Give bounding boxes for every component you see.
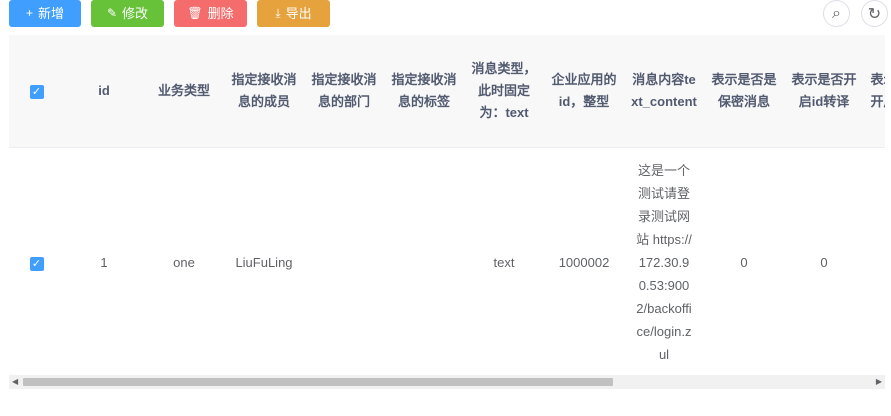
scroll-thumb[interactable] (23, 378, 613, 386)
data-table: ✓ id 业务类型 指定接收消息的成员 指定接收消息的部门 指定接收消息的标签 … (9, 35, 885, 392)
export-button-label: 导出 (285, 6, 312, 21)
cell-content: 这是一个测试请登录测试网站 https://172.30.90.53:9002/… (624, 147, 704, 377)
column-more[interactable]: 表示是否开启消息 (864, 35, 885, 148)
column-msg-type[interactable]: 消息类型，此时固定为：text (464, 35, 544, 148)
add-button-label: 新增 (38, 6, 65, 21)
column-member[interactable]: 指定接收消息的成员 (224, 35, 304, 148)
scroll-right-icon[interactable]: ▶ (876, 377, 882, 386)
refresh-button[interactable]: ↻ (861, 0, 888, 27)
table-header-row: ✓ id 业务类型 指定接收消息的成员 指定接收消息的部门 指定接收消息的标签 … (9, 35, 885, 148)
search-toggle-button[interactable]: ⌕ (823, 0, 850, 27)
column-biz-type[interactable]: 业务类型 (144, 35, 224, 148)
scroll-left-icon[interactable]: ◀ (12, 377, 18, 386)
trash-icon: 🗑 (187, 6, 203, 20)
column-id-trans[interactable]: 表示是否开启id转译 (784, 35, 864, 148)
horizontal-scrollbar[interactable]: ◀ ▶ (9, 375, 885, 389)
cell-id: 1 (64, 147, 144, 377)
plus-icon: + (25, 6, 33, 20)
column-content[interactable]: 消息内容text_content (624, 35, 704, 148)
cell-agent-id: 1000002 (544, 147, 624, 377)
delete-button-label: 删除 (207, 6, 234, 21)
column-agent-id[interactable]: 企业应用的id，整型 (544, 35, 624, 148)
cell-dept (304, 147, 384, 377)
edit-button-label: 修改 (122, 6, 149, 21)
cell-msg-type: text (464, 147, 544, 377)
column-id[interactable]: id (64, 35, 144, 148)
cell-member: LiuFuLing (224, 147, 304, 377)
delete-button[interactable]: 🗑 删除 (174, 0, 247, 27)
download-icon: ⤓ (275, 6, 281, 20)
add-button[interactable]: + 新增 (9, 0, 81, 27)
column-dept[interactable]: 指定接收消息的部门 (304, 35, 384, 148)
table-row[interactable]: ✓ 1 one LiuFuLing text 1000002 这是一个测试请登录… (9, 147, 885, 377)
cell-tag (384, 147, 464, 377)
edit-icon: ✎ (106, 6, 118, 20)
column-safe[interactable]: 表示是否是保密消息 (704, 35, 784, 148)
select-all-checkbox[interactable]: ✓ (9, 35, 64, 148)
cell-more (864, 147, 885, 377)
edit-button[interactable]: ✎ 修改 (91, 0, 164, 27)
column-tag[interactable]: 指定接收消息的标签 (384, 35, 464, 148)
cell-id-trans: 0 (784, 147, 864, 377)
row-checkbox[interactable]: ✓ (9, 147, 64, 377)
toolbar: + 新增 ✎ 修改 🗑 删除 ⤓ 导出 ⌕ ↻ (0, 0, 891, 30)
search-icon: ⌕ (832, 4, 841, 22)
cell-biz-type: one (144, 147, 224, 377)
export-button[interactable]: ⤓ 导出 (257, 0, 330, 27)
cell-safe: 0 (704, 147, 784, 377)
refresh-icon: ↻ (867, 5, 882, 23)
